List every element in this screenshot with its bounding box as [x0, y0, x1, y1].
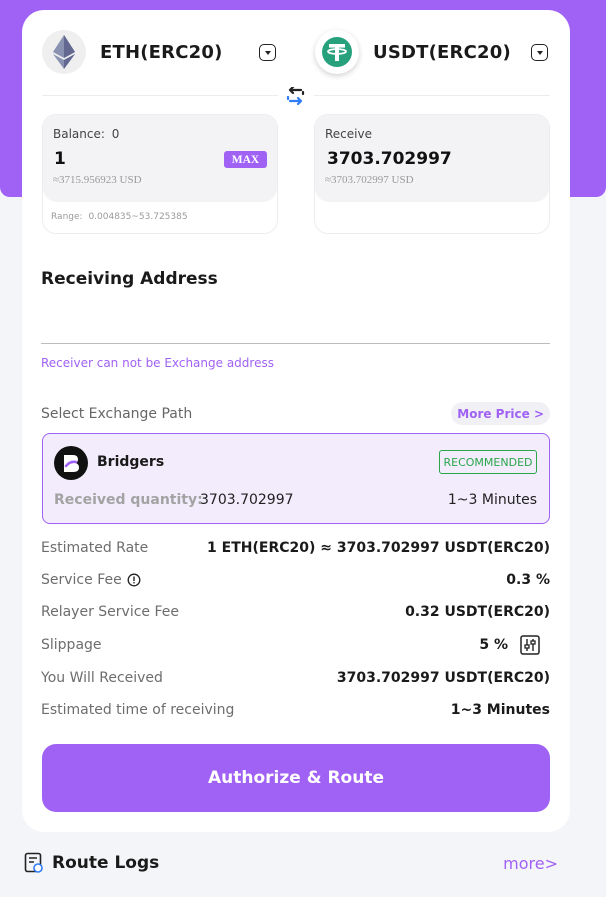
- slippage-value-wrap: 5 %: [479, 635, 550, 655]
- route-logs-title: Route Logs: [52, 853, 160, 873]
- from-amount-input[interactable]: 1: [54, 149, 66, 169]
- service-fee-label: Service Fee: [41, 572, 122, 588]
- balance-label: Balance: 0: [53, 127, 120, 141]
- exchange-card: ETH(ERC20) USDT(ERC20) Balance: 0 1 MAX …: [22, 10, 570, 832]
- route-time: 1~3 Minutes: [447, 492, 537, 508]
- received-quantity-value: 3703.702997: [200, 492, 294, 508]
- receive-usd-value: ≈3703.702997 USD: [325, 174, 414, 186]
- from-amount-box: Balance: 0 1 MAX ≈3715.956923 USD Range:…: [42, 114, 278, 234]
- receiving-time-value: 1~3 Minutes: [450, 702, 550, 718]
- relayer-fee-row: Relayer Service Fee 0.32 USDT(ERC20): [41, 601, 550, 623]
- route-logs-header: Route Logs: [24, 852, 159, 874]
- from-token-selector[interactable]: ETH(ERC20): [42, 30, 223, 74]
- receive-label: Receive: [325, 127, 372, 141]
- you-will-receive-row: You Will Received 3703.702997 USDT(ERC20…: [41, 667, 550, 689]
- ethereum-icon: [42, 30, 86, 74]
- receiving-time-row: Estimated time of receiving 1~3 Minutes: [41, 699, 550, 721]
- estimated-rate-row: Estimated Rate 1 ETH(ERC20) ≈ 3703.70299…: [41, 537, 550, 559]
- receiving-address-title: Receiving Address: [41, 269, 218, 289]
- authorize-route-button[interactable]: Authorize & Route: [42, 744, 550, 812]
- you-will-receive-label: You Will Received: [41, 670, 163, 686]
- receive-amount: 3703.702997: [327, 149, 452, 169]
- received-quantity-label: Received quantity:: [54, 492, 203, 508]
- recommended-badge: RECOMMENDED: [439, 450, 537, 474]
- more-price-button[interactable]: More Price >: [451, 402, 550, 425]
- service-fee-value: 0.3 %: [506, 572, 550, 588]
- slippage-settings-icon[interactable]: [520, 635, 540, 655]
- relayer-fee-value: 0.32 USDT(ERC20): [405, 604, 550, 620]
- max-button[interactable]: MAX: [224, 151, 267, 168]
- route-logs-more-link[interactable]: more>: [503, 854, 558, 873]
- to-token-dropdown-icon[interactable]: [531, 44, 548, 61]
- to-amount-box: Receive 3703.702997 ≈3703.702997 USD: [314, 114, 550, 234]
- swap-direction-button[interactable]: [278, 80, 314, 116]
- service-fee-row: Service Fee 0.3 %: [41, 569, 550, 591]
- you-will-receive-value: 3703.702997 USDT(ERC20): [336, 670, 550, 686]
- route-name: Bridgers: [97, 454, 165, 470]
- from-usd-value: ≈3715.956923 USD: [53, 174, 142, 186]
- to-token-name: USDT(ERC20): [373, 41, 511, 63]
- slippage-row: Slippage 5 %: [41, 634, 550, 656]
- from-token-name: ETH(ERC20): [100, 41, 223, 63]
- slippage-value: 5 %: [479, 637, 508, 653]
- document-log-icon: [24, 852, 43, 873]
- range-value: 0.004835~53.725385: [88, 212, 188, 222]
- from-token-dropdown-icon[interactable]: [259, 44, 276, 61]
- bridgers-logo-icon: [54, 446, 88, 480]
- exchange-path-label: Select Exchange Path: [41, 406, 193, 422]
- route-option-bridgers[interactable]: Bridgers RECOMMENDED Received quantity: …: [42, 433, 550, 524]
- estimated-rate-value: 1 ETH(ERC20) ≈ 3703.702997 USDT(ERC20): [207, 540, 550, 556]
- info-icon[interactable]: [127, 573, 141, 587]
- to-token-selector[interactable]: USDT(ERC20): [315, 30, 511, 74]
- slippage-label: Slippage: [41, 637, 102, 653]
- estimated-rate-label: Estimated Rate: [41, 540, 149, 556]
- address-warning: Receiver can not be Exchange address: [41, 356, 274, 370]
- receiving-address-input[interactable]: [41, 310, 550, 342]
- swap-icon: [286, 87, 305, 106]
- service-fee-label-wrap: Service Fee: [41, 572, 141, 588]
- relayer-fee-label: Relayer Service Fee: [41, 604, 179, 620]
- receiving-time-label: Estimated time of receiving: [41, 702, 235, 718]
- balance-value: 0: [111, 127, 120, 141]
- range-label: Range: 0.004835~53.725385: [51, 212, 188, 222]
- address-underline: [41, 343, 550, 344]
- tether-icon: [315, 30, 359, 74]
